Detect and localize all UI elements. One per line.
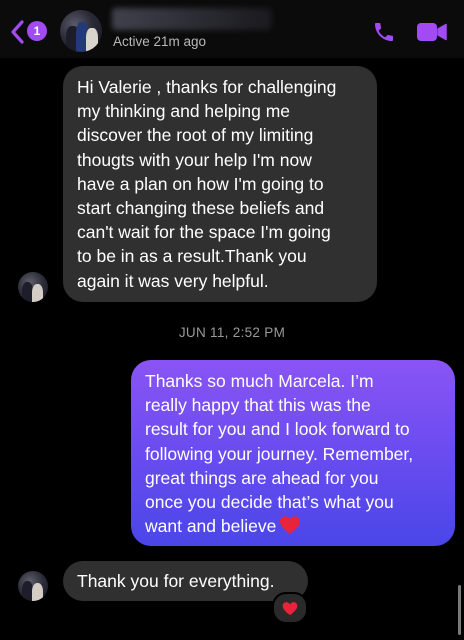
sender-avatar[interactable] xyxy=(18,272,48,302)
incoming-message[interactable]: Hi Valerie , thanks for challenging my t… xyxy=(63,66,377,302)
message-timestamp: JUN 11, 2:52 PM xyxy=(178,325,286,340)
heart-icon xyxy=(282,601,298,615)
heart-icon xyxy=(279,515,301,541)
incoming-message[interactable]: Thank you for everything. xyxy=(63,561,308,601)
contact-name-redacted[interactable] xyxy=(112,8,272,30)
outgoing-message-text: Thanks so much Marcela. I’m really happy… xyxy=(145,371,414,537)
video-call-button[interactable] xyxy=(416,21,448,48)
outgoing-message[interactable]: Thanks so much Marcela. I’m really happy… xyxy=(131,360,455,546)
message-reaction[interactable] xyxy=(272,592,308,624)
contact-avatar[interactable] xyxy=(60,10,102,52)
phone-icon xyxy=(375,23,393,41)
active-status: Active 21m ago xyxy=(113,34,207,49)
scrollbar[interactable] xyxy=(458,585,461,635)
video-camera-icon xyxy=(417,23,447,41)
back-button[interactable]: 1 xyxy=(10,18,50,46)
sender-avatar[interactable] xyxy=(18,571,48,601)
voice-call-button[interactable] xyxy=(371,20,397,49)
chevron-left-icon xyxy=(11,20,24,44)
unread-count-badge: 1 xyxy=(27,21,47,41)
chat-header: 1 Active 21m ago xyxy=(0,0,464,58)
